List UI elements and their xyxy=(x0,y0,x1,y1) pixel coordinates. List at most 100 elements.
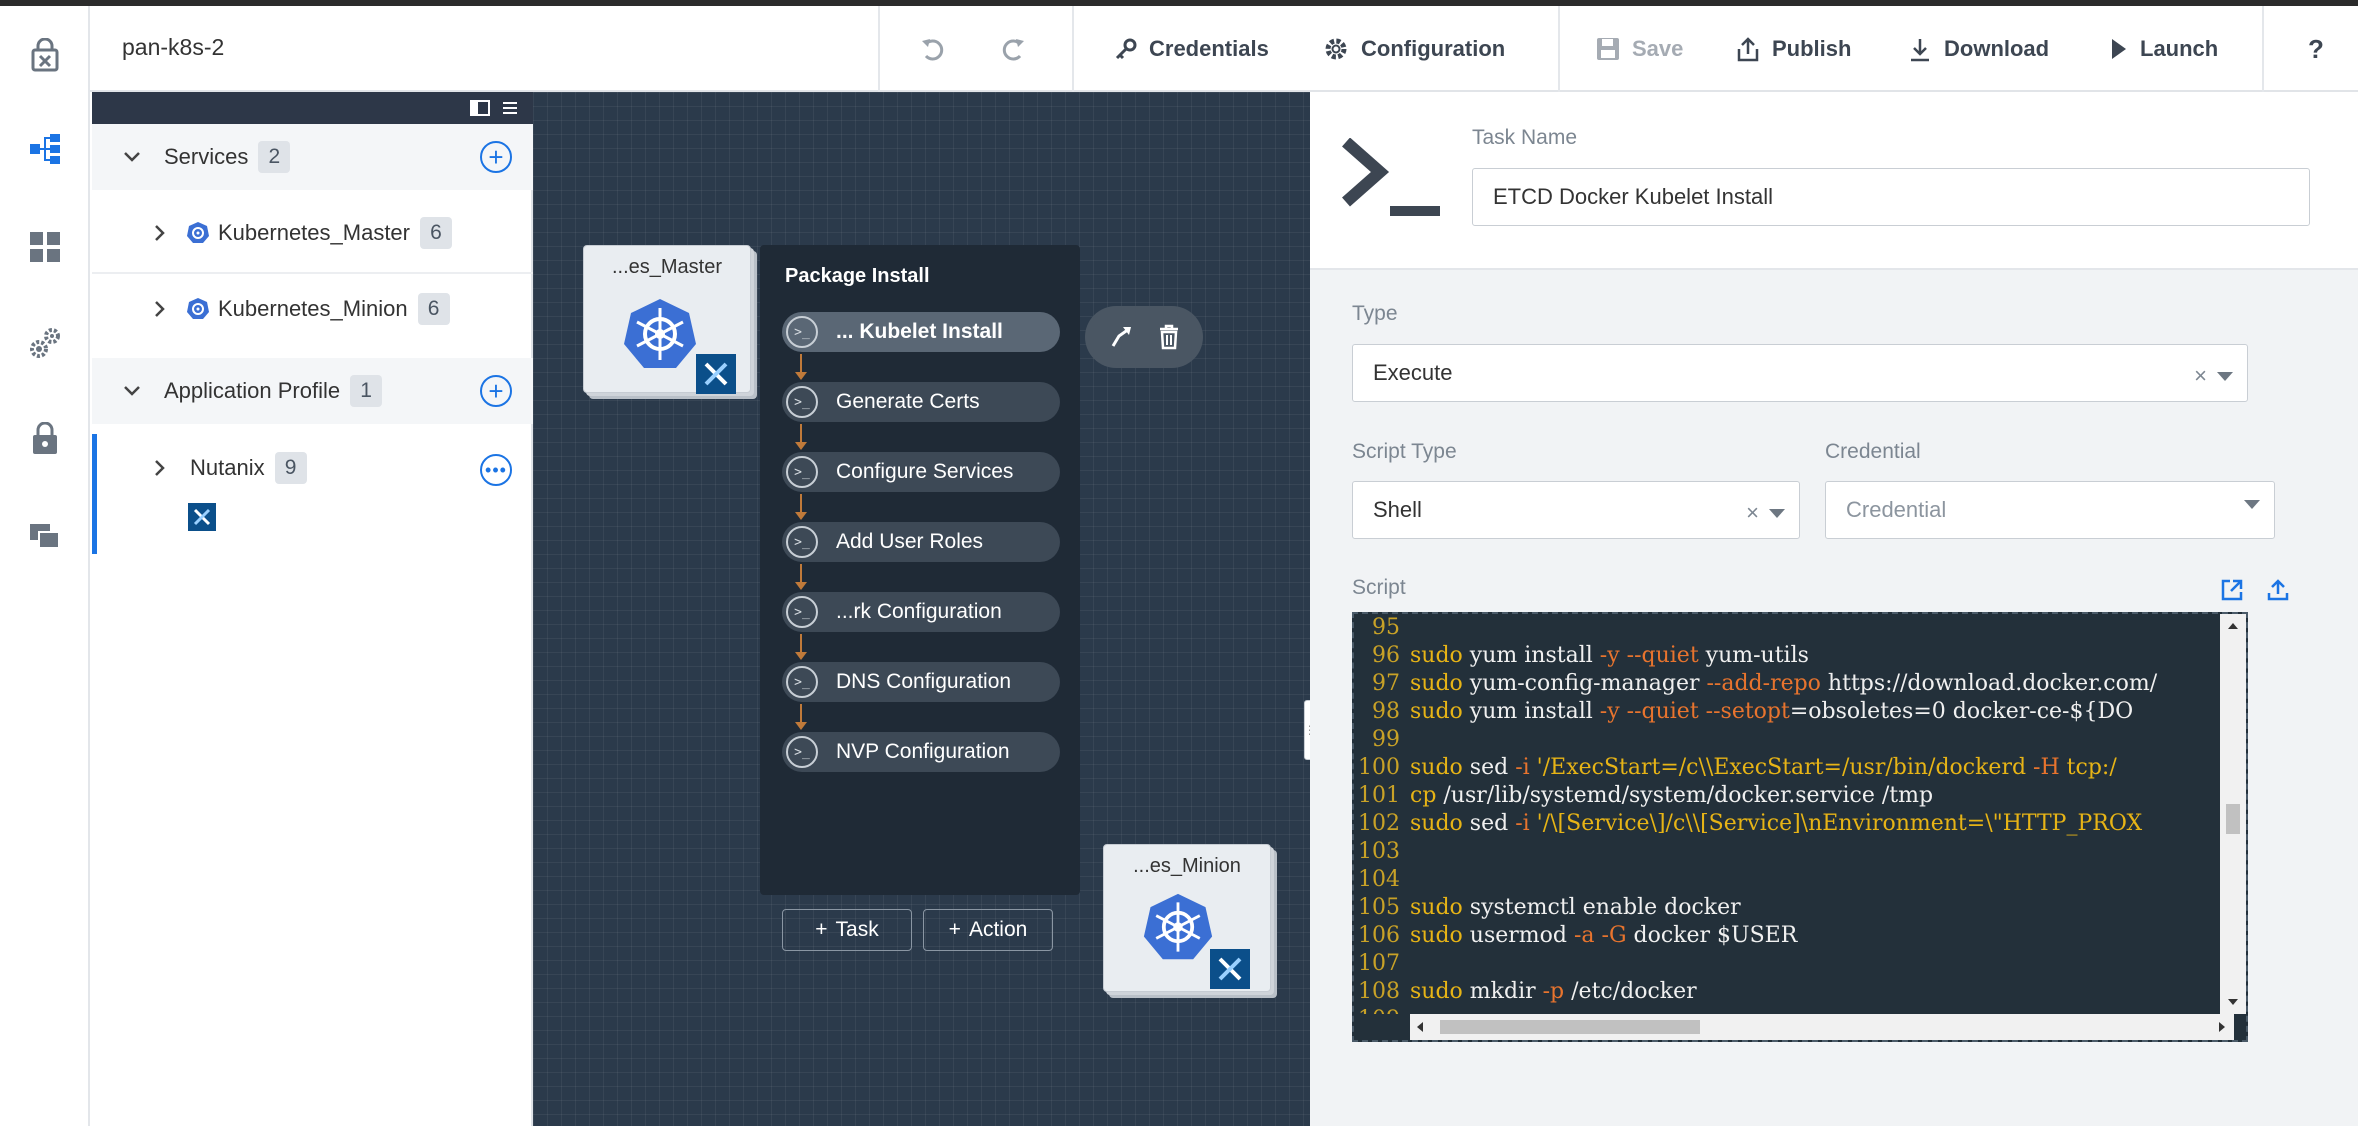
download-button[interactable]: Download xyxy=(1908,6,2049,92)
task-network-configuration[interactable]: >_ ...rk Configuration xyxy=(782,592,1060,632)
code-text: sudo yum install -y --quiet yum-utils xyxy=(1410,643,1809,668)
code-line: 96 sudo yum install -y --quiet yum-utils xyxy=(1354,642,2234,670)
save-button[interactable]: Save xyxy=(1596,6,1683,92)
chevron-right-icon[interactable] xyxy=(150,223,170,243)
add-service-button[interactable]: + xyxy=(480,141,512,173)
flow-arrow xyxy=(795,424,807,450)
add-action-label: Action xyxy=(968,918,1028,941)
upload-icon[interactable] xyxy=(2266,578,2290,602)
code-line: 104 xyxy=(1354,866,2234,894)
script-type-select[interactable]: Shell × xyxy=(1352,481,1800,539)
clear-icon[interactable]: × xyxy=(1746,500,1759,526)
task-dns-configuration[interactable]: >_ DNS Configuration xyxy=(782,662,1060,702)
terminal-icon: >_ xyxy=(786,456,818,488)
help-button[interactable]: ? xyxy=(2308,6,2324,92)
publish-button[interactable]: Publish xyxy=(1736,6,1851,92)
clear-icon[interactable]: × xyxy=(2194,363,2207,389)
select-controls: × xyxy=(1746,500,1785,526)
code-line: 101 cp /usr/lib/systemd/system/docker.ser… xyxy=(1354,782,2234,810)
tree-item-kubernetes-master[interactable]: Kubernetes_Master 6 xyxy=(92,202,533,264)
task-nvp-configuration[interactable]: >_ NVP Configuration xyxy=(782,732,1060,772)
line-number: 100 xyxy=(1358,755,1400,780)
task-label: ... Kubelet Install xyxy=(836,320,1003,343)
connect-arrow-icon[interactable] xyxy=(1109,324,1135,350)
task-properties-panel: Task Name ETCD Docker Kubelet Install Ty… xyxy=(1310,92,2358,1126)
scroll-left-icon[interactable] xyxy=(1416,1021,1424,1033)
blueprint-tree-panel: Services 2 + Kubernetes_Master 6 Kuberne… xyxy=(92,92,533,1126)
panel-toggle-icon[interactable] xyxy=(470,100,490,116)
task-name-value: ETCD Docker Kubelet Install xyxy=(1493,184,1773,209)
settings-gears-icon[interactable] xyxy=(22,320,68,366)
task-add-user-roles[interactable]: >_ Add User Roles xyxy=(782,522,1060,562)
panel-menu-icon[interactable] xyxy=(502,100,518,116)
marketplace-lock-icon[interactable] xyxy=(22,416,68,462)
blueprints-icon[interactable] xyxy=(22,126,68,172)
configuration-button[interactable]: Configuration xyxy=(1323,6,1505,92)
gear-icon xyxy=(1325,38,1347,60)
task-kubelet-install[interactable]: >_ ... Kubelet Install xyxy=(782,312,1060,352)
scroll-up-icon[interactable] xyxy=(2227,622,2239,630)
add-action-button[interactable]: + Action xyxy=(923,909,1053,951)
popout-icon[interactable] xyxy=(2220,578,2244,602)
code-text: sudo sed -i '/\[Service\]/c\\[Service]\n… xyxy=(1410,811,2143,836)
vertical-scrollbar[interactable] xyxy=(2220,614,2246,1014)
script-code-area[interactable]: 95 96 sudo yum install -y --quiet yum-util… xyxy=(1354,614,2234,1014)
launch-button[interactable]: Launch xyxy=(2110,6,2218,92)
code-line: 100 sudo sed -i '/ExecStart=/c\\ExecStart… xyxy=(1354,754,2234,782)
tree-item-kubernetes-minion[interactable]: Kubernetes_Minion 6 xyxy=(92,278,533,340)
task-configure-services[interactable]: >_ Configure Services xyxy=(782,452,1060,492)
line-number: 108 xyxy=(1358,979,1400,1004)
chevron-right-icon[interactable] xyxy=(150,299,170,319)
add-task-button[interactable]: + Task xyxy=(782,909,912,951)
terminal-icon: >_ xyxy=(786,316,818,348)
blueprint-canvas[interactable]: ...es_Master Package Install >_ ... Kubel… xyxy=(533,92,1310,1126)
add-profile-button[interactable]: + xyxy=(480,375,512,407)
service-name: Kubernetes_Master xyxy=(218,220,410,245)
dropdown-caret-icon[interactable] xyxy=(2244,500,2260,509)
task-name-input[interactable]: ETCD Docker Kubelet Install xyxy=(1472,168,2310,226)
service-card-minion[interactable]: ...es_Minion xyxy=(1103,844,1271,992)
vertical-scroll-thumb[interactable] xyxy=(2226,804,2240,834)
scroll-down-icon[interactable] xyxy=(2227,998,2239,1006)
type-select[interactable]: Execute × xyxy=(1352,344,2248,402)
chevron-right-icon[interactable] xyxy=(150,458,170,478)
task-name-label: Task Name xyxy=(1472,126,1578,149)
horizontal-scroll-thumb[interactable] xyxy=(1440,1020,1700,1034)
credentials-button[interactable]: Credentials xyxy=(1115,6,1269,92)
scroll-right-icon[interactable] xyxy=(2218,1021,2226,1033)
chevron-down-icon[interactable] xyxy=(122,381,142,401)
application-profile-section-header[interactable]: Application Profile 1 xyxy=(92,358,533,424)
service-card-master[interactable]: ...es_Master xyxy=(583,245,751,394)
chevron-down-icon[interactable] xyxy=(122,147,142,167)
save-icon xyxy=(1597,38,1619,60)
code-text: sudo sed -i '/ExecStart=/c\\ExecStart=/u… xyxy=(1410,755,2117,780)
top-toolbar: pan-k8s-2 Credentials Configuration Save… xyxy=(90,6,2358,92)
undo-button[interactable] xyxy=(920,6,946,92)
credential-label: Credential xyxy=(1825,440,1921,463)
divider xyxy=(92,272,533,274)
calm-logo-icon[interactable] xyxy=(22,32,68,78)
applications-icon[interactable] xyxy=(22,224,68,270)
terminal-prompt-icon xyxy=(1342,138,1440,216)
service-count-badge: 6 xyxy=(420,217,452,249)
task-label: ...rk Configuration xyxy=(836,600,1002,623)
script-type-value: Shell xyxy=(1373,497,1422,522)
profile-item-count-badge: 9 xyxy=(274,452,307,484)
trash-icon[interactable] xyxy=(1158,324,1180,350)
divider xyxy=(878,6,880,92)
task-generate-certs[interactable]: >_ Generate Certs xyxy=(782,382,1060,422)
redo-button[interactable] xyxy=(1000,6,1026,92)
services-section-header[interactable]: Services 2 xyxy=(92,124,533,190)
dropdown-caret-icon[interactable] xyxy=(2217,371,2233,381)
configuration-label: Configuration xyxy=(1361,36,1506,61)
more-options-button[interactable]: ••• xyxy=(480,454,512,486)
horizontal-scrollbar[interactable] xyxy=(1410,1014,2234,1040)
line-number: 96 xyxy=(1372,643,1400,668)
projects-icon[interactable] xyxy=(22,512,68,558)
tree-item-nutanix-profile[interactable]: Nutanix 9 xyxy=(92,440,533,496)
dropdown-caret-icon[interactable] xyxy=(1769,508,1785,518)
script-editor[interactable]: 95 96 sudo yum install -y --quiet yum-util… xyxy=(1352,612,2248,1042)
flow-arrow xyxy=(795,634,807,660)
code-line: 108 sudo mkdir -p /etc/docker xyxy=(1354,978,2234,1006)
credential-select[interactable]: Credential xyxy=(1825,481,2275,539)
